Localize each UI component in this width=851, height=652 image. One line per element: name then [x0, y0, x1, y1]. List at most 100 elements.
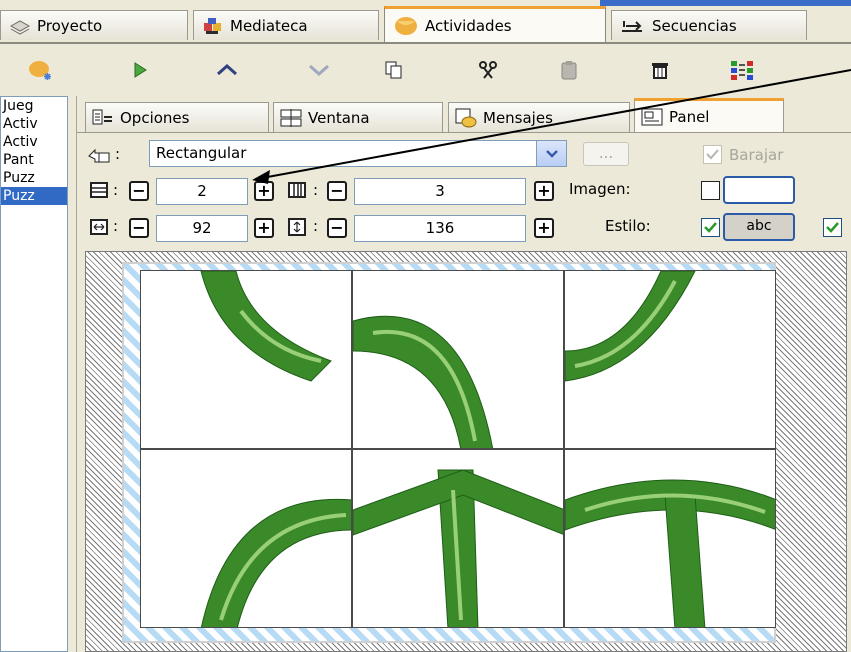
rows-decrement-button[interactable]: −	[129, 181, 149, 201]
delete-button[interactable]	[646, 56, 674, 84]
list-item[interactable]: Activ	[1, 115, 67, 133]
copy-button[interactable]	[380, 56, 408, 84]
list-item[interactable]: Jueg	[1, 97, 67, 115]
cut-button[interactable]	[474, 56, 502, 84]
list-item[interactable]: Activ	[1, 133, 67, 151]
shape-dropdown-button[interactable]	[536, 141, 566, 166]
play-button[interactable]	[126, 56, 154, 84]
paste-icon	[561, 61, 577, 80]
paste-button[interactable]	[555, 56, 583, 84]
arrange-icon	[731, 61, 753, 80]
width-decrement-button[interactable]: −	[129, 218, 149, 238]
new-activity-button[interactable]	[26, 56, 54, 84]
width-colon: :	[113, 217, 119, 235]
puzzle-piece[interactable]	[352, 449, 564, 628]
tab-label: Secuencias	[652, 16, 737, 35]
rows-increment-button[interactable]: +	[254, 181, 274, 201]
cell-width-input[interactable]: 92	[156, 215, 248, 242]
shuffle-checkbox[interactable]	[703, 145, 722, 164]
shape-select-value: Rectangular	[156, 144, 247, 162]
arrange-button[interactable]	[728, 56, 756, 84]
checkmark-icon	[826, 222, 839, 233]
tab-label: Proyecto	[37, 16, 103, 35]
list-item-selected[interactable]: Puzz	[1, 187, 67, 205]
tab-label: Actividades	[425, 17, 512, 35]
puzzle-piece-image	[565, 479, 775, 627]
shape-options-button[interactable]: ...	[583, 142, 629, 166]
cols-increment-button[interactable]: +	[534, 181, 554, 201]
subtab-divider	[77, 132, 851, 133]
style-checkbox[interactable]	[701, 218, 720, 237]
move-up-icon	[217, 63, 237, 76]
height-increment-button[interactable]: +	[534, 218, 554, 238]
splitter[interactable]	[68, 96, 76, 652]
puzzle-piece-image	[200, 271, 332, 382]
copy-icon	[385, 61, 402, 79]
cols-input[interactable]: 3	[354, 178, 526, 205]
tab-secuencias[interactable]: Secuencias	[611, 10, 807, 40]
columns-icon	[288, 182, 306, 198]
list-item[interactable]: Pant	[1, 151, 67, 169]
puzzle-piece[interactable]	[140, 270, 352, 449]
puzzle-piece-image	[565, 271, 696, 382]
extra-checkbox[interactable]	[823, 218, 842, 237]
window-title-accent	[600, 0, 851, 6]
shape-colon: :	[115, 145, 121, 163]
tab-label: Ventana	[308, 108, 370, 127]
cell-height-input[interactable]: 136	[354, 215, 526, 242]
image-label: Imagen:	[569, 180, 631, 198]
list-item[interactable]: Puzz	[1, 169, 67, 187]
chevron-down-icon	[545, 149, 558, 158]
sequences-icon	[622, 20, 642, 32]
height-decrement-button[interactable]: −	[327, 218, 347, 238]
style-button[interactable]: abc	[723, 213, 795, 241]
cols-colon: :	[313, 181, 319, 199]
move-down-icon	[309, 64, 329, 77]
tab-actividades[interactable]: Actividades	[384, 6, 606, 43]
activities-icon	[395, 17, 417, 35]
move-up-button[interactable]	[213, 56, 241, 84]
play-icon	[134, 62, 147, 78]
puzzle-preview	[85, 251, 847, 652]
puzzle-piece[interactable]	[564, 270, 776, 449]
puzzle-piece[interactable]	[140, 449, 352, 628]
width-increment-button[interactable]: +	[254, 218, 274, 238]
puzzle-piece-image	[200, 498, 351, 627]
move-down-button[interactable]	[305, 56, 333, 84]
shape-icon	[88, 148, 110, 163]
delete-icon	[652, 63, 668, 79]
tab-mediateca[interactable]: Mediateca	[193, 10, 379, 40]
image-checkbox[interactable]	[701, 181, 720, 200]
tab-proyecto[interactable]: Proyecto	[0, 10, 188, 40]
tab-panel[interactable]: Panel	[634, 98, 784, 133]
rows-input[interactable]: 2	[156, 178, 248, 205]
checkmark-icon	[706, 149, 719, 160]
puzzle-piece[interactable]	[352, 270, 564, 449]
style-label: Estilo:	[605, 217, 651, 235]
image-select-button[interactable]	[723, 176, 795, 204]
puzzle-board	[122, 262, 776, 643]
messages-icon	[455, 108, 477, 127]
rows-icon	[90, 182, 108, 198]
height-icon	[288, 218, 306, 236]
tab-label: Opciones	[120, 108, 190, 127]
tab-label: Mediateca	[230, 16, 308, 35]
cut-icon	[479, 61, 497, 79]
shape-select[interactable]: Rectangular	[149, 140, 567, 167]
new-activity-icon	[29, 61, 51, 80]
puzzle-grid[interactable]	[140, 270, 776, 628]
cols-decrement-button[interactable]: −	[327, 181, 347, 201]
tab-mensajes[interactable]: Mensajes	[448, 102, 630, 132]
tab-opciones[interactable]: Opciones	[85, 102, 269, 132]
puzzle-piece[interactable]	[564, 449, 776, 628]
activity-list[interactable]: Jueg Activ Activ Pant Puzz Puzz	[0, 96, 68, 652]
tab-ventana[interactable]: Ventana	[273, 102, 443, 132]
width-icon	[90, 219, 108, 235]
activity-editor: Opciones Ventana Mensajes Panel : Rectan…	[76, 96, 851, 652]
toolbar	[0, 44, 851, 96]
window-icon	[280, 108, 302, 127]
puzzle-piece-image	[353, 315, 494, 448]
checkmark-icon	[704, 222, 717, 233]
tab-label: Panel	[669, 108, 710, 126]
puzzle-piece-image	[353, 469, 563, 627]
